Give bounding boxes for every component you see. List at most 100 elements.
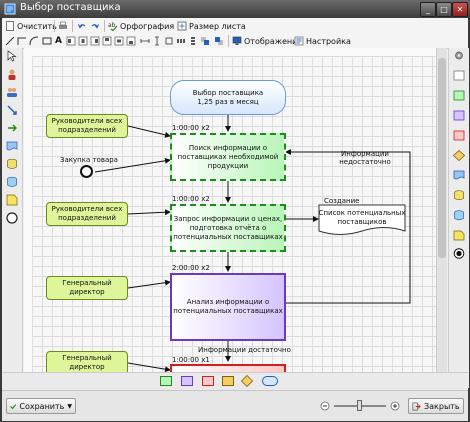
close-window-button[interactable]: ✕ <box>452 2 468 17</box>
diagram-canvas[interactable]: Выбор поставщика 1,25 раз в месяц Руково… <box>32 56 436 388</box>
zoom-in-icon[interactable] <box>390 401 400 411</box>
connector-icon[interactable] <box>6 104 18 116</box>
document-node[interactable]: Список потенциальных поставщиков <box>318 206 406 230</box>
style-purple-swatch[interactable] <box>181 376 193 386</box>
left-tool-palette <box>2 48 23 388</box>
zoom-out-icon[interactable] <box>320 401 330 411</box>
style-yellow-swatch[interactable] <box>222 376 234 386</box>
align-middle-tool[interactable] <box>114 35 124 47</box>
style-pink-swatch[interactable] <box>202 376 214 386</box>
send-back-tool[interactable] <box>214 35 224 47</box>
print-button[interactable] <box>58 20 68 32</box>
spelling-button[interactable]: ab Орфография <box>108 20 174 32</box>
diamond-icon[interactable] <box>453 150 465 161</box>
rectangle-tool[interactable] <box>42 35 52 47</box>
text-tool[interactable]: A <box>55 35 62 47</box>
group-icon[interactable] <box>6 86 18 98</box>
redo-button[interactable] <box>90 20 100 32</box>
document-shape-icon[interactable] <box>6 140 18 152</box>
minimize-button[interactable]: _ <box>420 2 436 17</box>
role-link <box>127 362 171 373</box>
check-icon <box>10 403 17 409</box>
event-circle-icon[interactable] <box>6 212 18 224</box>
spellcheck-icon: ab <box>108 22 118 31</box>
chevron-down-icon: ▼ <box>67 402 72 410</box>
style-palette <box>2 372 468 391</box>
align-bottom-tool[interactable] <box>126 35 136 47</box>
person-icon[interactable] <box>6 68 18 80</box>
pointer-icon[interactable] <box>6 50 18 62</box>
diamond-swatch-icon[interactable] <box>241 375 253 387</box>
task-node[interactable]: Анализ информации о потенциальных постав… <box>170 273 286 341</box>
save-label: Сохранить <box>19 401 65 411</box>
same-size-tool[interactable] <box>164 35 174 47</box>
undo-icon <box>77 24 86 29</box>
line-tool[interactable] <box>5 35 15 47</box>
distribute-vertical-icon <box>191 37 195 45</box>
align-right-tool[interactable] <box>90 35 100 47</box>
event-label: Закупка товара <box>60 156 118 164</box>
format-toolbar: A Отображение Настройка <box>2 34 468 49</box>
cylinder-blue-icon[interactable] <box>453 210 465 221</box>
role-link <box>127 209 171 216</box>
vertical-scrollbar[interactable] <box>436 48 447 388</box>
exit-icon <box>412 402 421 410</box>
style-rounded-swatch[interactable] <box>262 376 278 386</box>
bring-front-tool[interactable] <box>200 35 210 47</box>
cylinder-yellow-icon[interactable] <box>453 190 465 201</box>
task-timing: 2:00:00 x2 <box>172 264 210 272</box>
distribute-v-tool[interactable] <box>188 35 198 47</box>
note-yellow-icon[interactable] <box>453 230 465 241</box>
align-top-tool[interactable] <box>102 35 112 47</box>
gear-icon[interactable] <box>453 50 465 61</box>
align-center-tool[interactable] <box>78 35 88 47</box>
task-timing: 1:00:00 x2 <box>172 124 210 132</box>
role-node[interactable]: Руководители всех подразделений <box>46 114 128 138</box>
sheet-size-button[interactable]: Размер листа <box>177 20 246 32</box>
database-icon[interactable] <box>6 158 18 170</box>
style-green-swatch[interactable] <box>160 376 172 386</box>
shape-white-icon[interactable] <box>453 70 465 81</box>
bottom-bar: Сохранить ▼ Закрыть <box>2 390 468 421</box>
undo-button[interactable] <box>77 20 87 32</box>
shape-pink-icon[interactable] <box>453 130 465 141</box>
shape-purple-icon[interactable] <box>453 110 465 121</box>
end-event-icon[interactable] <box>453 248 465 259</box>
sheet-size-icon <box>177 21 187 31</box>
start-node[interactable]: Выбор поставщика 1,25 раз в месяц <box>170 80 286 115</box>
start-event-circle[interactable] <box>80 165 93 178</box>
cylinder-icon[interactable] <box>6 176 18 188</box>
shape-green-icon[interactable] <box>453 90 465 101</box>
distribute-h-tool[interactable] <box>176 35 186 47</box>
display-button[interactable]: Отображение <box>232 35 302 47</box>
clear-button[interactable]: Очистить <box>5 20 57 32</box>
loop-label: Информации недостаточно <box>339 150 391 166</box>
arrow-icon[interactable] <box>6 122 18 134</box>
document-icon[interactable] <box>453 170 465 181</box>
ok-label: Информации достаточно <box>198 346 291 354</box>
task-timing: 1:00:00 x1 <box>172 356 210 364</box>
task-node[interactable]: Запрос информации о ценах, подготовка от… <box>170 204 286 252</box>
distribute-horizontal-icon <box>177 39 185 43</box>
scroll-thumb[interactable] <box>438 58 446 258</box>
role-node[interactable]: Руководители всех подразделений <box>46 202 128 226</box>
polyline-tool[interactable] <box>17 35 27 47</box>
align-bottom-icon <box>126 36 136 46</box>
spelling-label: Орфография <box>120 21 175 31</box>
curve-tool[interactable] <box>29 35 39 47</box>
close-label: Закрыть <box>424 401 460 411</box>
align-left-tool[interactable] <box>66 35 76 47</box>
settings-button[interactable]: Настройка <box>294 35 351 47</box>
role-node[interactable]: Генеральный директор <box>46 276 128 300</box>
maximize-button[interactable]: □ <box>436 2 452 17</box>
same-height-tool[interactable] <box>152 35 162 47</box>
rectangle-icon <box>42 37 52 45</box>
task-node[interactable]: Поиск информации о поставщиках необходим… <box>170 133 286 181</box>
save-button[interactable]: Сохранить ▼ <box>6 398 76 414</box>
zoom-slider-thumb[interactable] <box>357 400 362 411</box>
window-title: Выбор поставщика <box>20 2 121 13</box>
note-icon[interactable] <box>6 194 18 206</box>
close-button[interactable]: Закрыть <box>408 398 464 414</box>
redo-icon <box>91 24 100 29</box>
same-width-tool[interactable] <box>140 35 150 47</box>
